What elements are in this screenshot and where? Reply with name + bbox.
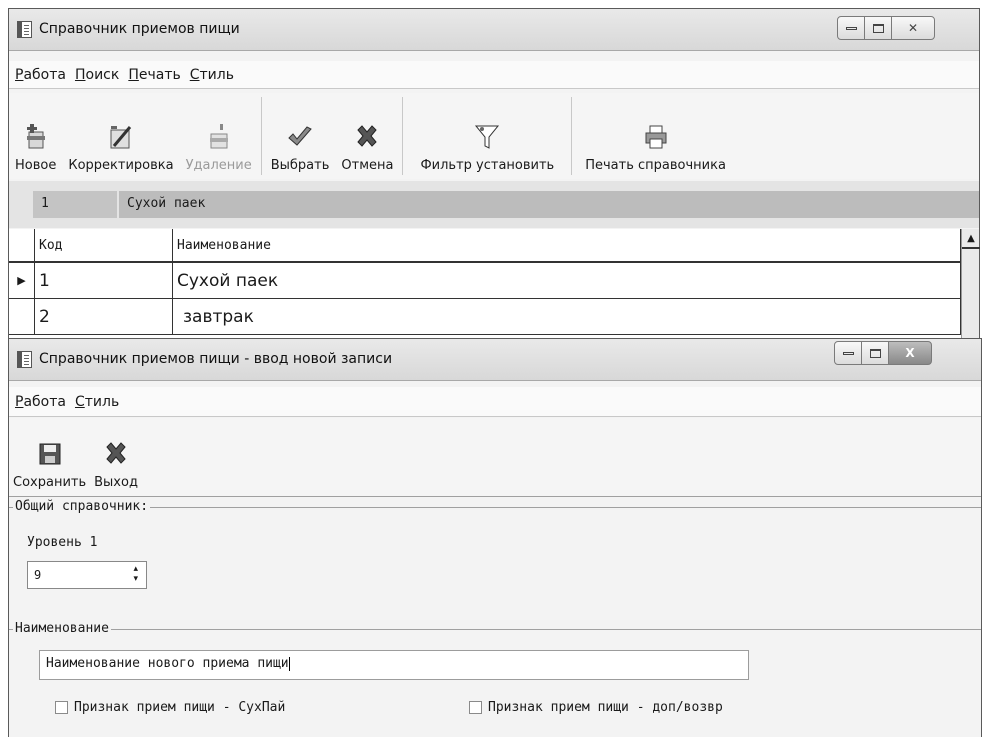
- row-indicator: [9, 299, 35, 335]
- edit-button[interactable]: Корректировка: [62, 93, 179, 179]
- cancel-button[interactable]: Отмена: [335, 93, 399, 179]
- checkbox-box[interactable]: [469, 701, 482, 714]
- exit-label: Выход: [94, 475, 138, 490]
- close-icon: ✕: [907, 21, 919, 35]
- select-label: Выбрать: [270, 158, 330, 173]
- toolbar-separator: [402, 97, 404, 175]
- table-row[interactable]: ▶ 1 Сухой паек: [9, 263, 961, 299]
- extra-return-checkbox[interactable]: Признак прием пищи - доп/возвр: [469, 700, 723, 715]
- filter-button[interactable]: Фильтр установить: [406, 93, 568, 179]
- dialog-titlebar[interactable]: Справочник приемов пищи - ввод новой зап…: [9, 339, 981, 381]
- select-button[interactable]: Выбрать: [265, 93, 336, 179]
- checkbox-box[interactable]: [55, 701, 68, 714]
- floppy-disk-icon: [37, 441, 63, 467]
- column-header-code[interactable]: Код: [35, 229, 173, 261]
- maximize-icon: [869, 348, 881, 358]
- level-spinner[interactable]: 9 ▴ ▾: [27, 561, 147, 589]
- cell-name: завтрак: [173, 299, 961, 335]
- row-indicator-header: [9, 229, 35, 261]
- new-record-dialog: Справочник приемов пищи - ввод новой зап…: [8, 338, 982, 737]
- close-button[interactable]: ✕: [891, 16, 935, 40]
- spin-arrows-icon[interactable]: ▴ ▾: [133, 564, 138, 584]
- meal-name-input[interactable]: Наименование нового приема пищи: [39, 650, 749, 680]
- cross-icon: [103, 441, 129, 467]
- current-row-indicator: ▶: [9, 263, 35, 299]
- delete-icon: [206, 124, 232, 150]
- scroll-up-icon[interactable]: ▲: [962, 229, 980, 249]
- new-label: Новое: [15, 158, 57, 173]
- edit-label: Корректировка: [68, 158, 174, 173]
- minimize-button[interactable]: [837, 16, 865, 40]
- close-icon: X: [905, 346, 915, 360]
- menu-search[interactable]: Поиск: [75, 67, 119, 83]
- toolbar-separator: [571, 97, 573, 175]
- new-button[interactable]: Новое: [9, 93, 62, 179]
- checkmark-icon: [287, 124, 313, 150]
- cross-icon: [354, 124, 380, 150]
- main-window: Справочник приемов пищи ✕ Работа Поиск П…: [8, 8, 980, 339]
- general-reference-group: Общий справочник: Уровень 1 9 ▴ ▾: [9, 499, 981, 617]
- edit-icon: [108, 124, 134, 150]
- name-group: Наименование Наименование нового приема …: [9, 621, 981, 737]
- current-record-bar: 1 Сухой паек: [9, 181, 979, 228]
- main-window-title: Справочник приемов пищи: [39, 21, 240, 37]
- table-row[interactable]: 2 завтрак: [9, 299, 961, 335]
- extra-return-checkbox-label: Признак прием пищи - доп/возвр: [488, 700, 723, 715]
- general-group-label: Общий справочник:: [13, 499, 151, 514]
- meal-name-value: Наименование нового приема пищи: [46, 656, 289, 671]
- toolbar-separator: [260, 97, 262, 175]
- name-group-label: Наименование: [13, 621, 111, 636]
- current-record-name: Сухой паек: [119, 191, 979, 218]
- cell-name: Сухой паек: [173, 263, 961, 299]
- dialog-close-button[interactable]: X: [888, 341, 932, 365]
- level-value: 9: [34, 568, 42, 582]
- minimize-icon: [842, 351, 854, 355]
- dialog-menubar: Работа Стиль: [9, 387, 981, 417]
- menu-style[interactable]: Стиль: [190, 67, 234, 83]
- dialog-menu-work[interactable]: Работа: [15, 394, 66, 410]
- main-toolbar: Новое Корректировка Удаление Выбрать Отм…: [9, 93, 979, 179]
- main-titlebar[interactable]: Справочник приемов пищи ✕: [9, 9, 979, 51]
- dry-ration-checkbox[interactable]: Признак прием пищи - СухПай: [55, 700, 285, 715]
- text-cursor: [288, 656, 290, 671]
- filter-icon: [474, 124, 500, 150]
- records-grid: Код Наименование ▶ 1 Сухой паек 2 завтра…: [9, 229, 980, 339]
- grid-header: Код Наименование: [9, 229, 961, 263]
- print-label: Печать справочника: [585, 158, 726, 173]
- level-label: Уровень 1: [27, 535, 98, 550]
- main-menubar: Работа Поиск Печать Стиль: [9, 61, 979, 89]
- save-button[interactable]: Сохранить: [9, 418, 90, 496]
- maximize-button[interactable]: [864, 16, 892, 40]
- delete-label: Удаление: [185, 158, 252, 173]
- maximize-icon: [872, 23, 884, 33]
- dialog-toolbar: Сохранить Выход: [9, 418, 981, 497]
- dialog-title: Справочник приемов пищи - ввод новой зап…: [39, 351, 393, 367]
- dialog-menu-style[interactable]: Стиль: [75, 394, 119, 410]
- menu-work[interactable]: Работа: [15, 67, 66, 83]
- menu-print[interactable]: Печать: [128, 67, 180, 83]
- cell-code: 2: [35, 299, 173, 335]
- row-pointer-icon: ▶: [17, 274, 26, 287]
- dialog-minimize-button[interactable]: [834, 341, 862, 365]
- dry-ration-checkbox-label: Признак прием пищи - СухПай: [74, 700, 286, 715]
- print-button[interactable]: Печать справочника: [575, 93, 736, 179]
- exit-button[interactable]: Выход: [90, 418, 142, 496]
- filter-label: Фильтр установить: [420, 158, 555, 173]
- cancel-label: Отмена: [341, 158, 394, 173]
- new-record-icon: [23, 124, 49, 150]
- column-header-name[interactable]: Наименование: [173, 229, 961, 261]
- minimize-icon: [845, 26, 857, 30]
- grid-scrollbar[interactable]: ▲: [961, 229, 980, 339]
- printer-icon: [643, 124, 669, 150]
- delete-button[interactable]: Удаление: [180, 93, 258, 179]
- cell-code: 1: [35, 263, 173, 299]
- dialog-maximize-button[interactable]: [861, 341, 889, 365]
- app-icon: [17, 351, 32, 368]
- app-icon: [17, 21, 32, 38]
- save-label: Сохранить: [13, 475, 87, 490]
- current-record-code: 1: [33, 191, 117, 218]
